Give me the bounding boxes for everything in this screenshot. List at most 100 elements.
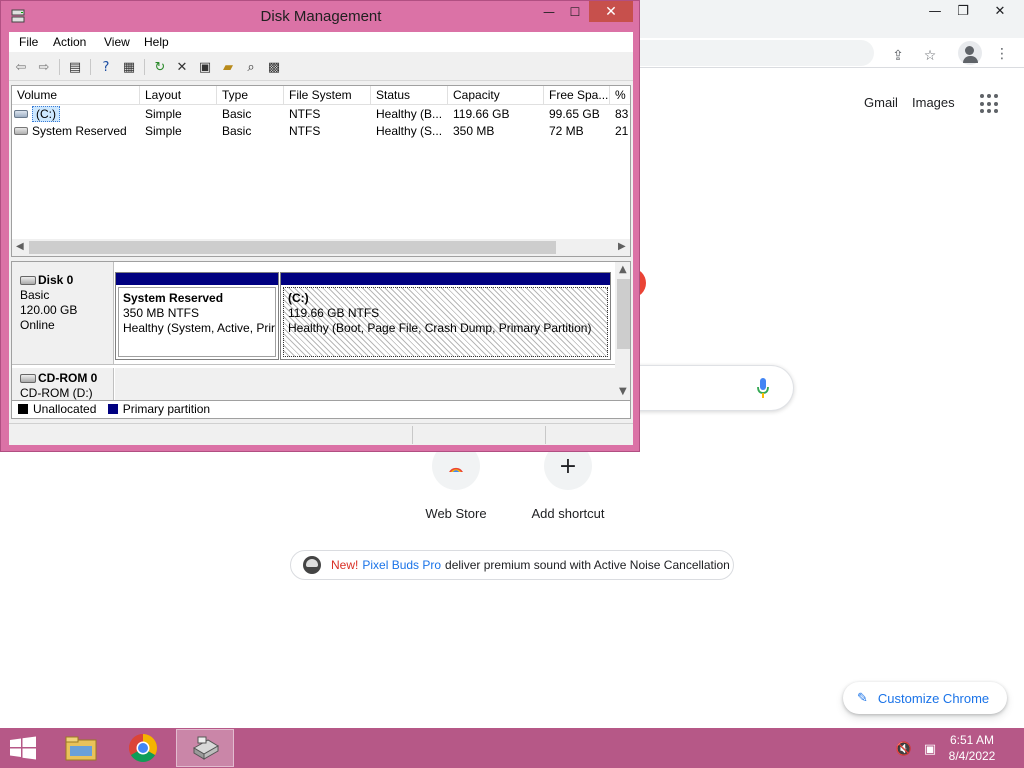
back-icon[interactable]: ⇦	[12, 58, 30, 76]
volume-percent-free: 21	[615, 124, 629, 138]
volume-percent-free: 83	[615, 107, 629, 121]
dm-maximize-button[interactable]: ☐	[563, 1, 587, 22]
partition-c-drive[interactable]: (C:) 119.66 GB NTFS Healthy (Boot, Page …	[280, 272, 611, 360]
taskbar-disk-management[interactable]	[176, 729, 234, 767]
chrome-restore-button[interactable]: ❐	[946, 0, 980, 22]
disk-state: Online	[20, 318, 55, 332]
volume-layout: Simple	[145, 124, 182, 138]
scroll-left-icon[interactable]: ◀	[16, 241, 24, 252]
search-icon[interactable]: ⌕	[242, 58, 260, 76]
disk-management-window: Disk Management — ☐ ✕ File Action View H…	[0, 0, 640, 452]
table-row[interactable]: (C:) Simple Basic NTFS Healthy (B... 119…	[12, 106, 630, 123]
show-hide-console-tree-icon[interactable]: ▤	[66, 58, 84, 76]
shortcut-web-store[interactable]: Web Store	[401, 442, 511, 521]
vertical-scroll-thumb[interactable]	[617, 279, 630, 349]
legend-unallocated: Unallocated	[33, 402, 97, 416]
menu-action[interactable]: Action	[53, 35, 86, 49]
disk-management-titlebar[interactable]: Disk Management — ☐ ✕	[1, 1, 639, 31]
pencil-icon: ✎	[857, 690, 868, 706]
shortcut-add[interactable]: + Add shortcut	[513, 442, 623, 521]
customize-chrome-button[interactable]: ✎ Customize Chrome	[843, 682, 1007, 714]
windows-start-icon[interactable]	[8, 736, 38, 760]
promo-new-label: New!	[331, 558, 359, 572]
taskbar-file-explorer[interactable]	[52, 729, 110, 767]
menu-file[interactable]: File	[19, 35, 38, 49]
scroll-down-icon[interactable]: ▼	[619, 386, 627, 397]
network-icon[interactable]: ▣	[922, 741, 938, 757]
cdrom-0-label[interactable]: CD-ROM 0 CD-ROM (D:)	[12, 368, 114, 400]
column-status[interactable]: Status	[371, 86, 448, 105]
dm-close-button[interactable]: ✕	[589, 1, 633, 22]
disk-management-client: File Action View Help ⇦ ⇨ ▤ ? ▦ ↻ ✕ ▣ ▰ …	[9, 32, 633, 445]
primary-partition-bar	[116, 273, 278, 285]
vertical-scrollbar[interactable]: ▲ ▼	[615, 262, 630, 400]
properties-view-icon[interactable]: ▦	[120, 58, 138, 76]
drive-icon	[14, 109, 28, 118]
horizontal-scroll-thumb[interactable]	[29, 241, 556, 254]
column-free-space[interactable]: Free Spa...	[544, 86, 610, 105]
partition-system-reserved[interactable]: System Reserved 350 MB NTFS Healthy (Sys…	[115, 272, 279, 360]
dm-minimize-button[interactable]: —	[537, 1, 561, 22]
volume-free-space: 99.65 GB	[549, 107, 600, 121]
column-percent-free[interactable]: % F	[610, 86, 630, 105]
system-clock[interactable]: 6:51 AM 8/4/2022	[942, 732, 1002, 764]
properties-icon[interactable]: ▣	[196, 58, 214, 76]
volume-list-header: Volume Layout Type File System Status Ca…	[12, 86, 630, 105]
scroll-up-icon[interactable]: ▲	[619, 264, 627, 275]
partition-name: (C:)	[288, 291, 309, 305]
volume-muted-icon[interactable]: 🔇	[896, 741, 912, 757]
share-icon[interactable]: ⇪	[888, 46, 908, 66]
google-apps-icon[interactable]	[980, 94, 1000, 114]
volume-list: Volume Layout Type File System Status Ca…	[11, 85, 631, 257]
legend-primary-partition: Primary partition	[122, 402, 211, 416]
volume-name: (C:)	[32, 106, 60, 122]
promo-banner[interactable]: New! Pixel Buds Pro deliver premium soun…	[290, 550, 734, 580]
partition-legend: Unallocated Primary partition	[11, 401, 631, 419]
refresh-icon[interactable]: ↻	[151, 58, 169, 76]
table-row[interactable]: System Reserved Simple Basic NTFS Health…	[12, 123, 630, 140]
gmail-link[interactable]: Gmail	[864, 95, 898, 110]
column-file-system[interactable]: File System	[284, 86, 371, 105]
volume-status: Healthy (S...	[376, 124, 443, 138]
column-type[interactable]: Type	[217, 86, 284, 105]
horizontal-scrollbar[interactable]: ◀ ▶	[12, 239, 630, 256]
partition-size: 350 MB NTFS	[123, 306, 200, 320]
partition-name: System Reserved	[123, 291, 224, 305]
promo-text: deliver premium sound with Active Noise …	[445, 558, 730, 572]
menu-help[interactable]: Help	[144, 35, 169, 49]
menu-bar: File Action View Help	[9, 32, 633, 52]
volume-type: Basic	[222, 124, 252, 138]
scroll-right-icon[interactable]: ▶	[618, 241, 626, 252]
chrome-menu-icon[interactable]: ⋮	[992, 44, 1012, 64]
menu-view[interactable]: View	[104, 35, 130, 49]
cdrom-kind: CD-ROM (D:)	[20, 386, 93, 400]
bookmark-star-icon[interactable]: ☆	[920, 46, 940, 66]
disk-0-label[interactable]: Disk 0 Basic 120.00 GB Online	[12, 262, 114, 365]
open-folder-icon[interactable]: ▰	[219, 58, 237, 76]
shortcut-label: Web Store	[425, 506, 487, 521]
disk-management-icon	[193, 736, 219, 760]
pixel-buds-icon	[303, 556, 321, 574]
address-bar[interactable]: ⇪ ☆	[630, 40, 936, 66]
column-volume[interactable]: Volume	[12, 86, 140, 105]
microphone-icon[interactable]	[756, 377, 770, 399]
partition-status: Healthy (Boot, Page File, Crash Dump, Pr…	[288, 321, 592, 335]
cd-rom-icon	[20, 374, 36, 384]
forward-icon[interactable]: ⇨	[35, 58, 53, 76]
volume-free-space: 72 MB	[549, 124, 584, 138]
promo-product-link[interactable]: Pixel Buds Pro	[362, 558, 441, 572]
disk-properties-icon[interactable]: ▩	[265, 58, 283, 76]
chrome-close-button[interactable]: ✕	[983, 0, 1017, 22]
customize-label: Customize Chrome	[877, 690, 990, 706]
profile-avatar[interactable]	[958, 41, 982, 65]
volume-file-system: NTFS	[289, 107, 321, 121]
images-link[interactable]: Images	[912, 95, 955, 110]
volume-name: System Reserved	[32, 124, 127, 138]
taskbar-google-chrome[interactable]	[114, 729, 172, 767]
column-capacity[interactable]: Capacity	[448, 86, 544, 105]
help-icon[interactable]: ?	[97, 58, 115, 76]
volume-status: Healthy (B...	[376, 107, 443, 121]
column-layout[interactable]: Layout	[140, 86, 217, 105]
disk-kind: Basic	[20, 288, 50, 302]
delete-icon[interactable]: ✕	[173, 58, 191, 76]
